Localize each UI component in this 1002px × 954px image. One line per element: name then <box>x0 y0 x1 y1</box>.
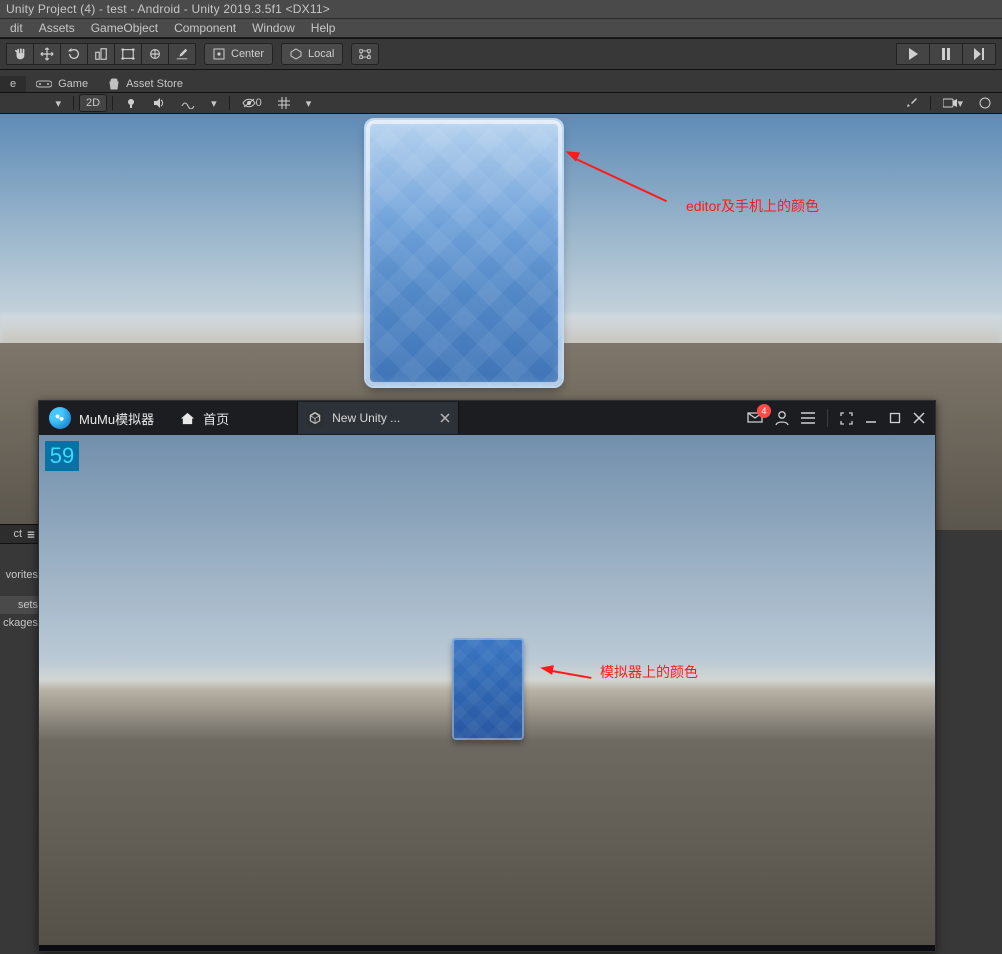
pause-button[interactable] <box>930 43 963 65</box>
user-icon[interactable] <box>775 410 789 426</box>
emulator-titlebar: MuMu模拟器 首页 New Unity ... 4 <box>39 401 935 435</box>
menu-help[interactable]: Help <box>303 19 344 37</box>
project-assets[interactable]: sets <box>0 596 40 614</box>
scale-tool-icon[interactable] <box>88 43 115 65</box>
pivot-mode-label: Center <box>231 48 264 60</box>
emulator-home-tab[interactable]: 首页 <box>180 409 229 428</box>
play-button[interactable] <box>896 43 930 65</box>
menu-icon[interactable] <box>801 412 815 424</box>
play-controls <box>896 43 996 65</box>
custom-tool-icon[interactable] <box>169 43 196 65</box>
main-toolbar: Center Local <box>0 38 1002 70</box>
menu-window[interactable]: Window <box>244 19 303 37</box>
shading-dropdown[interactable]: ▾ <box>4 94 68 112</box>
fps-counter: 59 <box>45 441 79 471</box>
handle-mode-label: Local <box>308 48 334 60</box>
snap-toggle-icon[interactable] <box>351 43 379 65</box>
menu-gameobject[interactable]: GameObject <box>83 19 166 37</box>
menu-bar: dit Assets GameObject Component Window H… <box>0 19 1002 38</box>
lighting-toggle-icon[interactable] <box>118 94 144 112</box>
asset-store-icon <box>108 78 120 90</box>
rect-tool-icon[interactable] <box>115 43 142 65</box>
emulator-card-object <box>452 638 524 740</box>
emulator-home-label: 首页 <box>203 409 229 428</box>
messages-icon[interactable]: 4 <box>747 411 763 425</box>
window-title-text: Unity Project (4) - test - Android - Uni… <box>6 2 330 16</box>
transform-tool-group <box>6 43 196 65</box>
project-tab-menu-icon[interactable] <box>26 529 36 539</box>
emulator-window-controls: 4 <box>747 409 935 427</box>
tools-icon[interactable] <box>899 94 925 112</box>
emulator-viewport[interactable]: 59 <box>39 435 935 945</box>
transform-tool-icon[interactable] <box>142 43 169 65</box>
audio-toggle-icon[interactable] <box>146 94 172 112</box>
project-tab[interactable]: ct <box>0 525 40 544</box>
scene-card-object[interactable] <box>366 120 562 386</box>
close-icon[interactable] <box>913 412 925 424</box>
menu-component[interactable]: Component <box>166 19 244 37</box>
menu-assets[interactable]: Assets <box>31 19 83 37</box>
scene-visibility-icon[interactable]: 0 <box>235 94 269 112</box>
maximize-icon[interactable] <box>889 412 901 424</box>
tab-close-icon[interactable] <box>440 413 450 423</box>
mumu-logo-icon <box>49 407 71 429</box>
rotate-tool-icon[interactable] <box>61 43 88 65</box>
grid-dropdown-icon[interactable]: ▾ <box>299 94 319 112</box>
emulator-tab-title: New Unity ... <box>332 411 400 425</box>
tab-scene[interactable]: e <box>0 76 26 92</box>
hand-tool-icon[interactable] <box>6 43 34 65</box>
handle-mode-toggle[interactable]: Local <box>281 43 343 65</box>
panel-tabs: e Game Asset Store <box>0 70 1002 93</box>
gizmos-icon[interactable] <box>972 94 998 112</box>
step-button[interactable] <box>963 43 996 65</box>
game-icon <box>36 79 52 89</box>
messages-badge: 4 <box>757 404 771 418</box>
move-tool-icon[interactable] <box>34 43 61 65</box>
tab-asset-store[interactable]: Asset Store <box>98 76 193 92</box>
pivot-mode-toggle[interactable]: Center <box>204 43 273 65</box>
minimize-icon[interactable] <box>865 412 877 424</box>
grid-toggle-icon[interactable] <box>271 94 297 112</box>
hidden-count: 0 <box>256 97 262 109</box>
project-panel: ct vorites sets ckages <box>0 524 40 954</box>
tab-game[interactable]: Game <box>26 76 98 92</box>
tab-asset-store-label: Asset Store <box>126 78 183 90</box>
unity-icon <box>306 409 324 427</box>
menu-edit[interactable]: dit <box>2 19 31 37</box>
home-icon <box>180 411 195 426</box>
fullscreen-icon[interactable] <box>840 412 853 425</box>
emulator-app-name: MuMu模拟器 <box>79 409 154 428</box>
project-packages[interactable]: ckages <box>0 614 40 632</box>
fx-toggle-icon[interactable] <box>174 94 202 112</box>
scene-toolbar: ▾ 2D ▾ 0 ▾ ▾ <box>0 93 1002 114</box>
pivot-center-icon <box>213 48 225 60</box>
tab-game-label: Game <box>58 78 88 90</box>
toggle-2d[interactable]: 2D <box>79 94 107 112</box>
scene-camera-icon[interactable]: ▾ <box>936 94 970 112</box>
emulator-bottom-bar <box>39 945 935 951</box>
fx-dropdown-icon[interactable]: ▾ <box>204 94 224 112</box>
tab-scene-label: e <box>10 78 16 90</box>
emulator-app-tab[interactable]: New Unity ... <box>297 402 459 434</box>
window-title: Unity Project (4) - test - Android - Uni… <box>0 0 1002 19</box>
emulator-window: MuMu模拟器 首页 New Unity ... 4 <box>38 400 936 952</box>
handle-local-icon <box>290 48 302 60</box>
project-favorites[interactable]: vorites <box>0 566 40 584</box>
